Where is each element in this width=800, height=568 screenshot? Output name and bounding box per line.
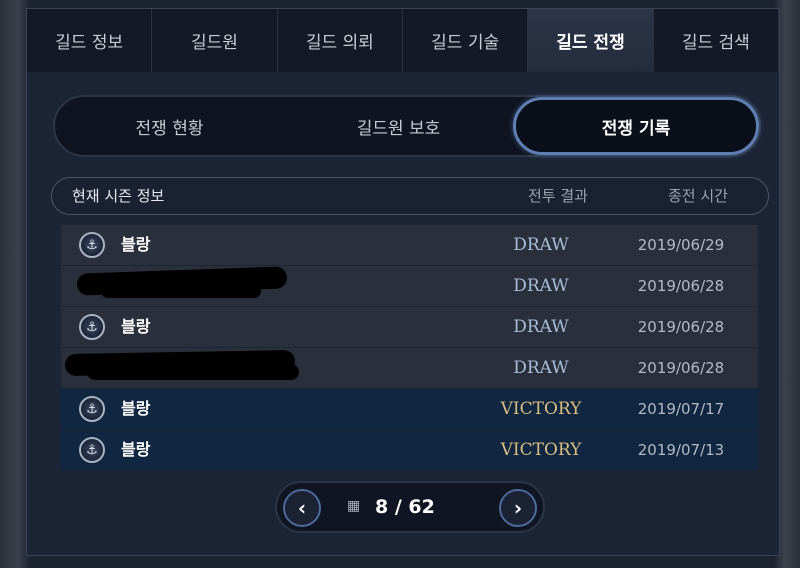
page-indicator: 8 / 62 bbox=[375, 496, 435, 518]
next-page-button[interactable]: › bbox=[499, 489, 537, 527]
chevron-right-icon: › bbox=[513, 496, 523, 520]
pagination: ‹ ▦ 8 / 62 › bbox=[275, 481, 545, 533]
tab-guild-requests[interactable]: 길드 의뢰 bbox=[277, 9, 403, 72]
end-date: 2019/06/29 bbox=[637, 236, 725, 254]
guild-name: 블랑 bbox=[121, 235, 151, 254]
subtab-war-history[interactable]: 전쟁 기록 bbox=[513, 97, 759, 155]
tab-guild-war[interactable]: 길드 전쟁 bbox=[528, 9, 654, 72]
guild-name: 블랑 bbox=[121, 399, 151, 418]
end-date: 2019/07/17 bbox=[637, 400, 725, 418]
tab-guild-skills[interactable]: 길드 기술 bbox=[402, 9, 529, 72]
battle-result: DRAW bbox=[513, 235, 569, 255]
guild-emblem-icon: ⚓ bbox=[79, 314, 105, 340]
end-date: 2019/06/28 bbox=[637, 359, 725, 377]
battle-result: VICTORY bbox=[500, 440, 582, 460]
end-date: 2019/06/28 bbox=[637, 277, 725, 295]
chevron-left-icon: ‹ bbox=[297, 496, 307, 520]
table-row[interactable]: ⚓ 블랑 VICTORY 2019/07/13 bbox=[61, 430, 758, 470]
table-row[interactable]: ⚓ 블랑 DRAW 2019/06/28 bbox=[61, 307, 758, 347]
battle-result: VICTORY bbox=[500, 399, 582, 419]
table-header: 현재 시즌 정보 전투 결과 종전 시간 bbox=[51, 177, 769, 215]
guild-emblem-icon: ⚓ bbox=[79, 396, 105, 422]
guild-emblem-icon: ⚓ bbox=[79, 437, 105, 463]
subtab-war-status[interactable]: 전쟁 현황 bbox=[55, 97, 284, 155]
top-tab-bar: 길드 정보 길드원 길드 의뢰 길드 기술 길드 전쟁 길드 검색 bbox=[27, 9, 779, 72]
guild-name: 블랑 bbox=[121, 317, 151, 336]
table-row[interactable]: ⚓ 블랑 DRAW 2019/06/29 bbox=[61, 225, 758, 265]
tab-guild-members[interactable]: 길드원 bbox=[152, 9, 278, 72]
sub-tab-bar: 전쟁 현황 길드원 보호 전쟁 기록 bbox=[53, 95, 761, 157]
header-battle-result: 전투 결과 bbox=[528, 187, 588, 205]
grid-icon: ▦ bbox=[347, 498, 361, 514]
subtab-member-protection[interactable]: 길드원 보호 bbox=[284, 97, 513, 155]
table-row[interactable]: ⚓ 블랑 VICTORY 2019/07/17 bbox=[61, 389, 758, 429]
table-row[interactable]: DRAW 2019/06/28 bbox=[61, 348, 758, 388]
prev-page-button[interactable]: ‹ bbox=[283, 489, 321, 527]
battle-result: DRAW bbox=[513, 358, 569, 378]
guild-emblem-icon: ⚓ bbox=[79, 232, 105, 258]
header-season-info: 현재 시즌 정보 bbox=[72, 187, 165, 205]
table-row[interactable]: DRAW 2019/06/28 bbox=[61, 266, 758, 306]
war-record-list: ⚓ 블랑 DRAW 2019/06/29 DRAW 2019/06/28 ⚓ 블… bbox=[61, 225, 758, 471]
guild-panel: 길드 정보 길드원 길드 의뢰 길드 기술 길드 전쟁 길드 검색 전쟁 현황 … bbox=[26, 8, 780, 556]
tab-guild-info[interactable]: 길드 정보 bbox=[27, 9, 153, 72]
guild-name: 블랑 bbox=[121, 440, 151, 459]
battle-result: DRAW bbox=[513, 276, 569, 296]
header-end-time: 종전 시간 bbox=[668, 187, 728, 205]
tab-guild-search[interactable]: 길드 검색 bbox=[653, 9, 779, 72]
end-date: 2019/06/28 bbox=[637, 318, 725, 336]
end-date: 2019/07/13 bbox=[637, 441, 725, 459]
battle-result: DRAW bbox=[513, 317, 569, 337]
redaction-mark bbox=[101, 284, 261, 298]
redaction-mark bbox=[87, 364, 299, 380]
